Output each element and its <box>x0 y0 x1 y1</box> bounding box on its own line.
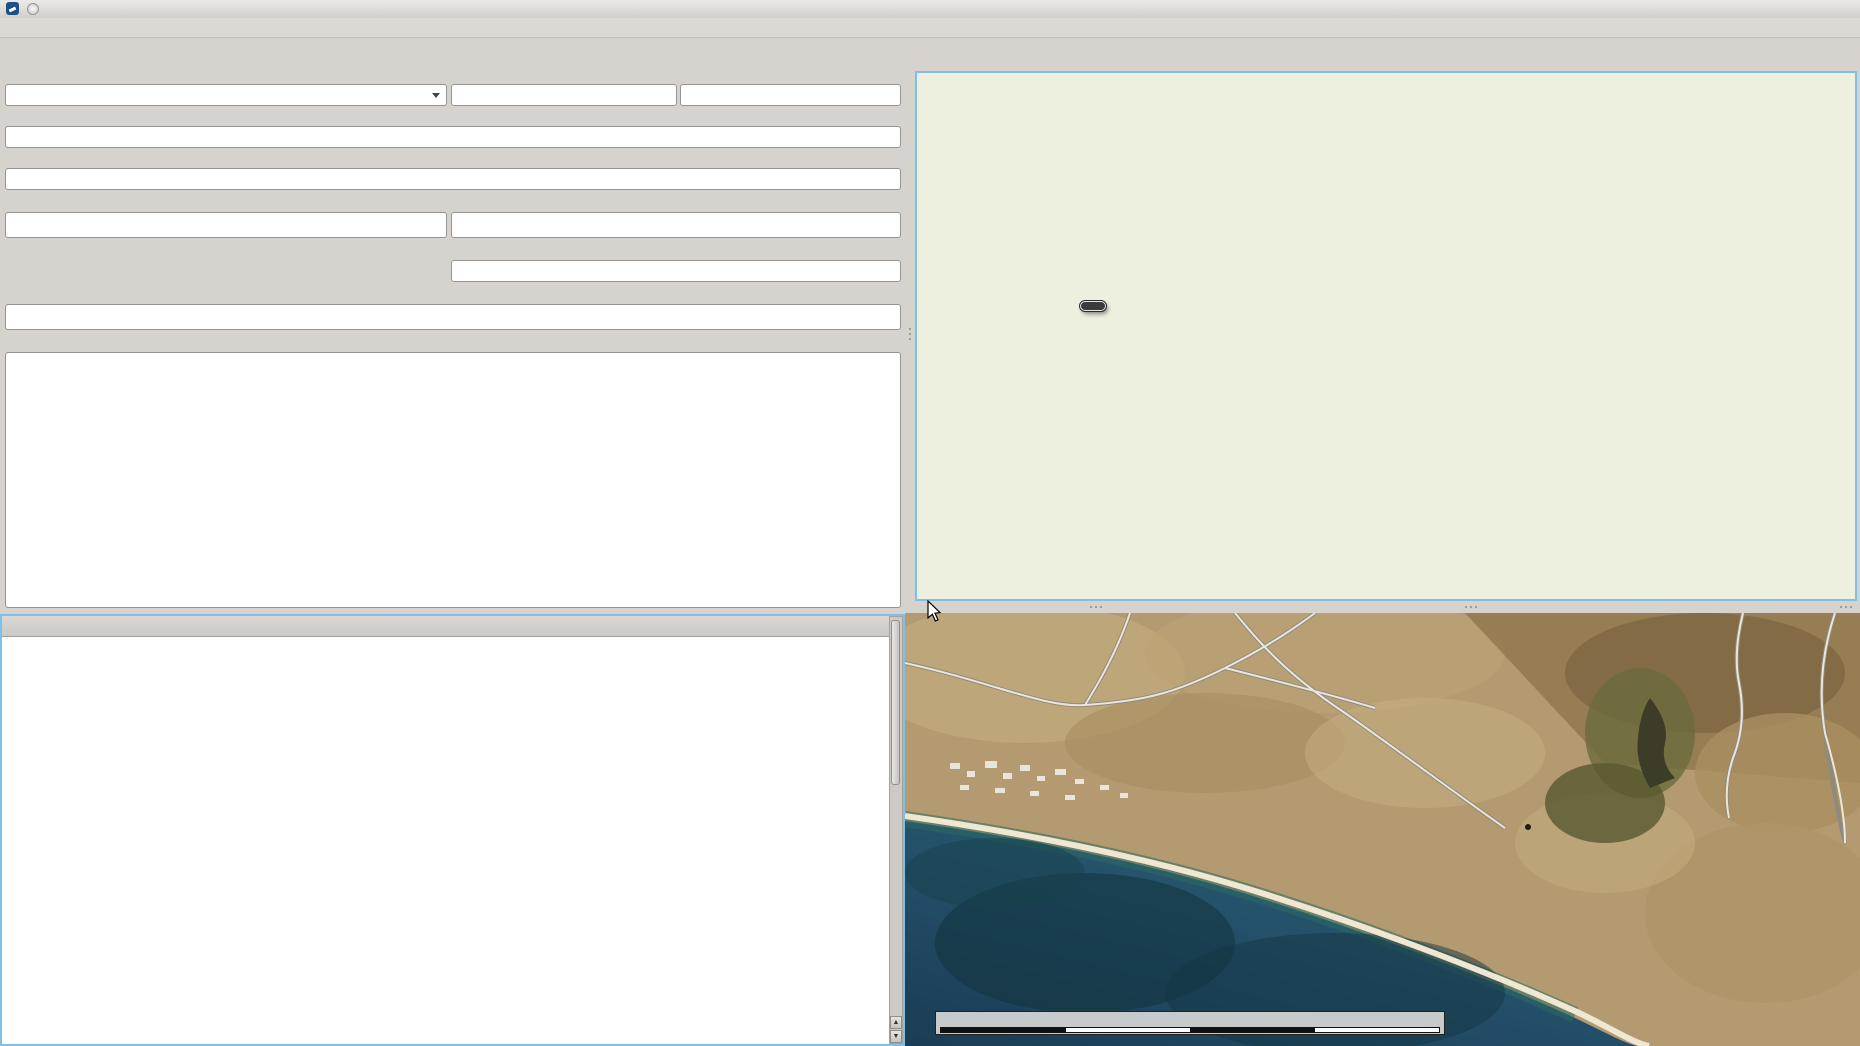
scrollbar-thumb[interactable] <box>891 620 900 785</box>
suit-input[interactable] <box>451 260 901 282</box>
notes-input[interactable] <box>5 352 901 608</box>
horizontal-splitter[interactable] <box>905 601 1860 613</box>
information-tooltip[interactable] <box>1079 300 1107 312</box>
window-menu-icon[interactable] <box>27 3 39 15</box>
map-labels <box>905 613 1860 1046</box>
water-temp-input[interactable] <box>680 84 901 106</box>
air-temp-input[interactable] <box>451 84 677 106</box>
menu-bar <box>0 18 1860 38</box>
dive-profile-panel[interactable] <box>915 71 1857 601</box>
title-bar[interactable] <box>0 0 1860 19</box>
scroll-up-button[interactable]: ▲ <box>890 1016 902 1029</box>
chevron-down-icon[interactable] <box>432 93 440 98</box>
subsurface-window: ▲ ▼ <box>0 0 1860 1046</box>
dive-list-scrollbar[interactable]: ▲ ▼ <box>889 616 903 1044</box>
tags-input[interactable] <box>5 304 901 330</box>
coordinates-input[interactable] <box>5 168 901 190</box>
mouse-cursor <box>927 600 942 622</box>
map-scale-bar <box>935 1011 1445 1035</box>
dive-profile-chart <box>917 73 1855 599</box>
dive-list: ▲ ▼ <box>0 614 905 1046</box>
vertical-splitter[interactable] <box>905 38 915 601</box>
scroll-down-button[interactable]: ▼ <box>890 1030 902 1043</box>
dive-site-map[interactable] <box>905 613 1860 1046</box>
buddy-input[interactable] <box>451 212 901 238</box>
subsurface-app-icon <box>6 2 19 15</box>
divemaster-input[interactable] <box>5 212 447 238</box>
dive-list-header[interactable] <box>2 616 889 637</box>
start-time-combo[interactable] <box>5 84 447 106</box>
location-input[interactable] <box>5 126 901 148</box>
